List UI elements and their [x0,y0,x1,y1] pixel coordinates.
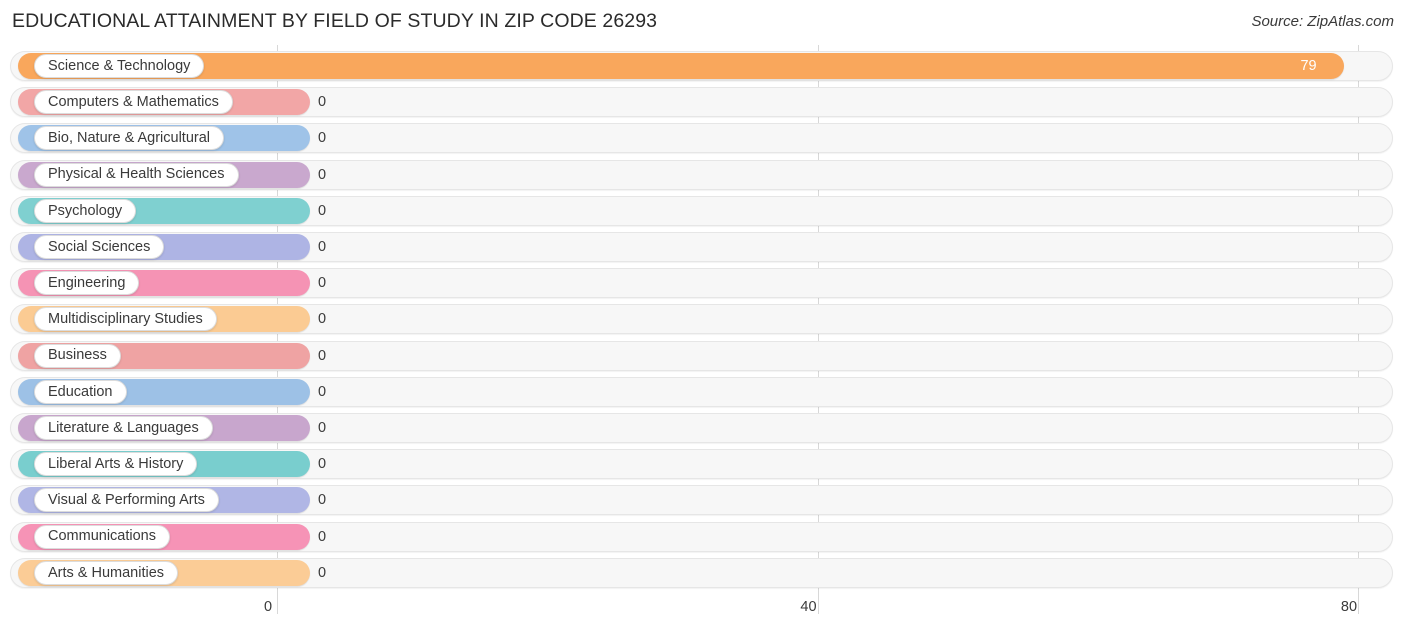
category-label: Literature & Languages [48,419,199,436]
table-row[interactable]: Physical & Health Sciences 0 [10,159,1393,190]
category-label: Bio, Nature & Agricultural [48,130,210,147]
bar-value-label: 0 [318,275,327,292]
category-label-pill: Arts & Humanities [34,560,179,585]
table-row[interactable]: Liberal Arts & History 0 [10,449,1393,480]
bar-value-label: 0 [318,130,327,147]
category-label: Arts & Humanities [48,564,165,581]
category-label-pill: Education [34,379,127,404]
category-label: Communications [48,528,156,545]
category-label-pill: Physical & Health Sciences [34,162,239,187]
bar-value-label: 0 [318,456,327,473]
category-label: Visual & Performing Arts [48,492,205,509]
category-label: Business [48,347,107,364]
category-label-pill: Visual & Performing Arts [34,488,219,513]
x-tick-label: 40 [800,599,817,615]
bar-value-label: 79 [1300,58,1317,74]
category-label-pill: Social Sciences [34,235,165,259]
bar-value-label: 0 [318,383,327,400]
x-tick-mark [817,596,819,614]
category-label-pill: Liberal Arts & History [34,452,198,477]
table-row[interactable]: Computers & Mathematics 0 [10,87,1393,118]
bar-value-label: 0 [318,202,327,219]
bar-value-label: 0 [318,239,327,255]
bar-value-label: 0 [318,420,327,436]
table-row[interactable]: Literature & Languages 0 [10,413,1393,443]
category-label: Social Sciences [48,238,151,255]
category-label-pill: Multidisciplinary Studies [34,307,217,332]
x-tick-mark [277,596,278,614]
category-label-pill: Literature & Languages [34,416,213,440]
table-row[interactable]: Psychology 0 [10,195,1393,226]
source-attribution: Source: ZipAtlas.com [1251,13,1394,30]
table-row[interactable]: Social Sciences 0 [10,232,1393,262]
x-tick-mark [1358,596,1359,614]
value-bar[interactable] [18,53,1345,79]
category-label-pill: Communications [34,524,170,549]
chart-header: EDUCATIONAL ATTAINMENT BY FIELD OF STUDY… [0,0,1406,45]
category-label: Physical & Health Sciences [48,166,225,183]
category-label: Education [48,383,113,400]
table-row[interactable]: Multidisciplinary Studies 0 [10,304,1393,335]
category-label: Psychology [48,202,123,219]
table-row[interactable]: Visual & Performing Arts 0 [10,485,1393,516]
bar-value-label: 0 [318,311,327,328]
category-label-pill: Science & Technology [34,54,205,78]
table-row[interactable]: Arts & Humanities 0 [10,557,1393,588]
page-title: EDUCATIONAL ATTAINMENT BY FIELD OF STUDY… [12,10,658,32]
category-label: Engineering [48,274,126,291]
category-label: Science & Technology [48,57,191,74]
category-label: Multidisciplinary Studies [48,311,203,328]
x-tick-label: 0 [263,599,273,615]
category-label-pill: Computers & Mathematics [34,90,233,115]
bar-value-label: 0 [318,166,327,183]
category-label-pill: Bio, Nature & Agricultural [34,126,224,151]
table-row[interactable]: Bio, Nature & Agricultural 0 [10,123,1393,154]
category-label-pill: Psychology [34,198,137,223]
category-label: Liberal Arts & History [48,455,184,472]
category-label-pill: Engineering [34,271,140,296]
bar-value-label: 0 [318,564,327,581]
category-label: Computers & Mathematics [48,93,219,110]
chart-plot-area: Science & Technology 79 Computers & Mathem… [0,45,1406,596]
bar-value-label: 0 [318,528,327,545]
bar-value-label: 0 [318,492,327,509]
bar-value-label: 0 [318,347,327,364]
bar-rows: Science & Technology 79 Computers & Mathem… [0,45,1406,596]
x-tick-label: 80 [1340,599,1358,615]
table-row[interactable]: Business 0 [10,340,1393,371]
table-row[interactable]: Communications 0 [10,521,1393,552]
table-row[interactable]: Engineering 0 [10,268,1393,299]
category-label-pill: Business [34,343,121,368]
bar-value-label: 0 [318,94,327,111]
table-row[interactable]: Education 0 [10,376,1393,407]
x-axis: 0 40 80 [0,596,1406,631]
table-row[interactable]: Science & Technology 79 [10,51,1393,81]
